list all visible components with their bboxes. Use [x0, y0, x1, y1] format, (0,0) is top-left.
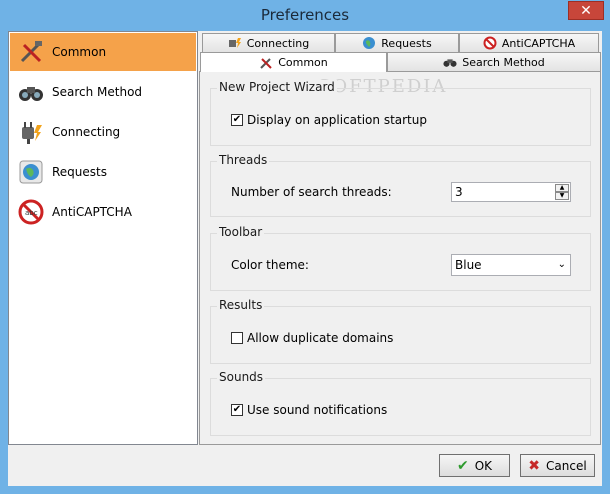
preferences-window: Preferences ✕ Common Search Method Conne… [0, 0, 610, 494]
sound-notifications-checkbox[interactable]: ✔ Use sound notifications [231, 403, 387, 417]
display-on-startup-checkbox[interactable]: ✔ Display on application startup [231, 113, 427, 127]
no-captcha-icon: abc [16, 197, 46, 227]
group-results: Results Allow duplicate domains [210, 298, 591, 364]
check-icon: ✔ [456, 457, 469, 474]
titlebar: Preferences ✕ [0, 0, 610, 32]
plug-icon [16, 117, 46, 147]
tab-connecting[interactable]: Connecting [202, 33, 335, 53]
globe-icon [16, 157, 46, 187]
checkbox-box[interactable] [231, 332, 243, 344]
tab-anticaptcha[interactable]: AntiCAPTCHA [459, 33, 599, 53]
tab-requests[interactable]: Requests [335, 33, 459, 53]
group-title: New Project Wizard [217, 80, 337, 94]
checkbox-label: Display on application startup [247, 113, 427, 127]
sidebar-item-common[interactable]: Common [10, 33, 196, 71]
checkbox-box[interactable]: ✔ [231, 114, 243, 126]
threads-value: 3 [455, 185, 463, 199]
checkbox-box[interactable]: ✔ [231, 404, 243, 416]
sidebar-item-search-method[interactable]: Search Method [10, 73, 196, 111]
color-theme-select[interactable]: Blue ⌄ [451, 254, 571, 276]
group-title: Toolbar [217, 225, 265, 239]
binoculars-icon [16, 77, 46, 107]
sidebar: Common Search Method Connecting Requests [8, 31, 198, 445]
sidebar-item-label: AntiCAPTCHA [52, 205, 132, 219]
sidebar-item-label: Connecting [52, 125, 121, 139]
window-title: Preferences [260, 6, 350, 24]
allow-duplicates-checkbox[interactable]: Allow duplicate domains [231, 331, 393, 345]
group-title: Results [217, 298, 265, 312]
tab-control: Connecting Requests AntiCAPTCHA Common S… [198, 31, 602, 445]
group-toolbar: Toolbar Color theme: Blue ⌄ [210, 225, 591, 291]
svg-text:abc: abc [25, 209, 38, 217]
tab-label: Connecting [246, 36, 310, 50]
tools-icon [259, 56, 273, 70]
stepper-buttons: ▲ ▼ [555, 184, 569, 200]
stepper-down-icon[interactable]: ▼ [555, 192, 569, 200]
tab-label: Search Method [462, 55, 545, 69]
cancel-label: Cancel [546, 458, 587, 473]
stepper-up-icon[interactable]: ▲ [555, 184, 569, 192]
color-theme-value: Blue [455, 258, 482, 272]
checkbox-label: Use sound notifications [247, 403, 388, 417]
tab-common[interactable]: Common [200, 52, 387, 72]
cancel-icon: ✖ [528, 457, 541, 474]
tab-search-method[interactable]: Search Method [387, 52, 601, 72]
common-panel: SOFTPEDIA New Project Wizard ✔ Display o… [199, 71, 601, 445]
globe-icon [362, 36, 376, 50]
sidebar-item-label: Common [52, 45, 107, 59]
checkbox-label: Allow duplicate domains [247, 331, 394, 345]
chevron-down-icon: ⌄ [557, 259, 566, 270]
threads-stepper[interactable]: 3 ▲ ▼ [451, 182, 571, 202]
group-threads: Threads Number of search threads: 3 ▲ ▼ [210, 153, 591, 217]
no-captcha-icon [483, 36, 497, 50]
sidebar-item-anticaptcha[interactable]: abc AntiCAPTCHA [10, 193, 196, 231]
ok-button[interactable]: ✔ OK [439, 454, 510, 477]
group-sounds: Sounds ✔ Use sound notifications [210, 370, 591, 436]
tab-label: Common [278, 56, 328, 69]
color-theme-label: Color theme: [231, 258, 309, 272]
ok-label: OK [474, 458, 493, 473]
cancel-button[interactable]: ✖ Cancel [520, 454, 595, 477]
sidebar-item-connecting[interactable]: Connecting [10, 113, 196, 151]
tab-label: AntiCAPTCHA [501, 36, 576, 50]
tools-icon [16, 37, 46, 67]
client-area: Common Search Method Connecting Requests [8, 31, 602, 486]
sidebar-item-label: Requests [52, 165, 107, 179]
sidebar-item-label: Search Method [52, 85, 143, 99]
binoculars-icon [443, 55, 457, 69]
tab-label: Requests [381, 36, 432, 50]
group-title: Sounds [217, 370, 266, 384]
threads-label: Number of search threads: [231, 185, 392, 199]
close-button[interactable]: ✕ [568, 1, 604, 20]
sidebar-item-requests[interactable]: Requests [10, 153, 196, 191]
group-new-project-wizard: New Project Wizard ✔ Display on applicat… [210, 80, 591, 146]
plug-icon [228, 36, 242, 50]
group-title: Threads [217, 153, 270, 167]
